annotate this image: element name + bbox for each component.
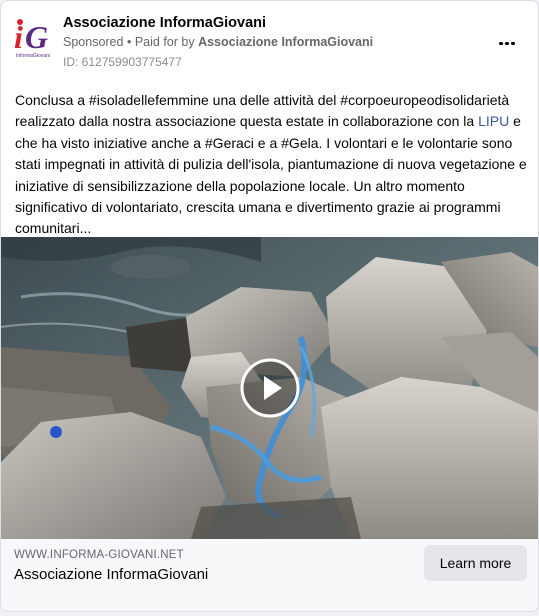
sponsored-label: Sponsored [63,35,124,49]
more-options-button[interactable] [491,29,523,53]
separator-dot: • [126,35,132,49]
advertiser-name[interactable]: Associazione InformaGiovani [63,15,266,31]
play-button[interactable] [240,358,300,418]
lipu-link[interactable]: LIPU [478,113,509,129]
ad-card: i G InformaGiovani Associazione InformaG… [0,0,539,612]
ad-header: i G InformaGiovani Associazione InformaG… [1,1,538,81]
video-thumbnail[interactable] [1,237,538,539]
svg-text:InformaGiovani: InformaGiovani [16,53,50,59]
post-text: Conclusa a #isoladellefemmine una delle … [15,90,529,240]
post-text-part2: e che ha visto iniziative anche a #Gerac… [15,113,527,237]
link-domain: WWW.INFORMA-GIOVANI.NET [14,549,184,561]
play-icon [240,358,300,418]
sponsored-line: Sponsored • Paid for by Associazione Inf… [63,35,373,49]
more-horizontal-icon [498,32,516,50]
learn-more-button[interactable]: Learn more [424,545,527,581]
paid-for-prefix: Paid for by [134,35,195,49]
advertiser-logo[interactable]: i G InformaGiovani [13,15,57,59]
link-footer[interactable]: WWW.INFORMA-GIOVANI.NET Associazione Inf… [1,539,538,611]
link-title: Associazione InformaGiovani [14,566,209,583]
payer-name: Associazione InformaGiovani [198,35,374,49]
post-text-part1: Conclusa a #isoladellefemmine una delle … [15,92,510,130]
ad-id: ID: 612759903775477 [63,55,182,69]
svg-text:G: G [25,19,48,55]
